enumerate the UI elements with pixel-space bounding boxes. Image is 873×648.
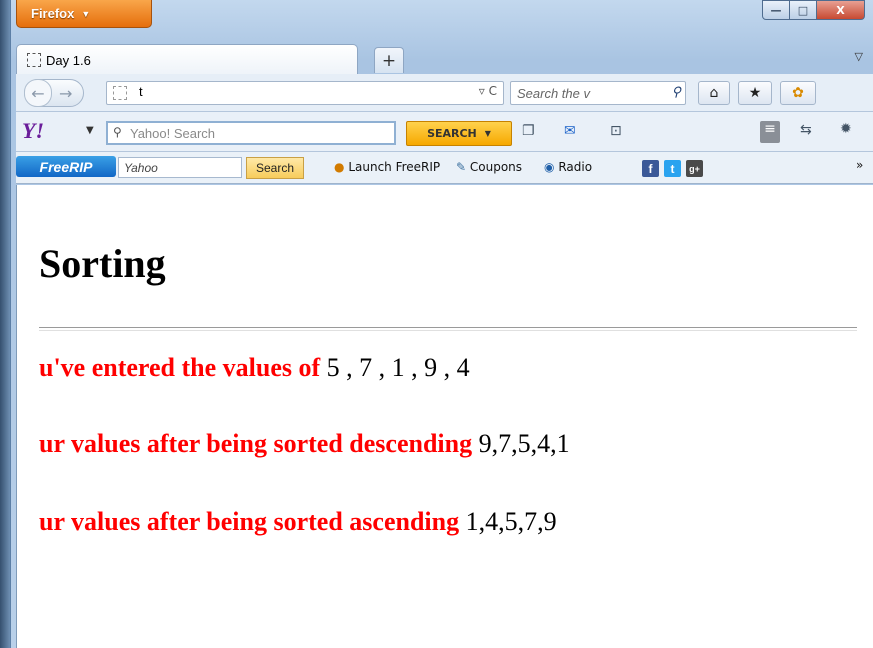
overflow-icon[interactable]: » [856,158,863,172]
mail-icon[interactable]: ✉ [564,123,576,139]
google-plus-icon[interactable]: g+ [686,160,703,177]
menu-icon[interactable]: ≡ [760,121,780,143]
more-icon[interactable]: ⊡ [610,123,622,139]
page-title: Sorting [39,241,166,286]
yahoo-toolbar: Y! ▼ ⚲ Yahoo! Search SEARCH ▼ ❐ ✉ ⊡ ≡ ⇆ … [16,112,873,152]
facebook-icon[interactable]: f [642,160,659,177]
swap-icon[interactable]: ⇆ [800,122,812,138]
radio-icon: ◉ [544,160,555,174]
desktop-background [0,0,10,648]
launch-icon: ● [334,160,345,174]
yahoo-logo[interactable]: Y! [22,118,44,144]
page-icon[interactable]: ❐ [522,123,535,139]
horizontal-rule [39,327,857,331]
search-icon: ⚲ [113,125,122,139]
bookmarks-button[interactable]: ★ [738,81,772,105]
sorted-ascending-line: ur values after being sorted ascending 1… [39,507,557,537]
firefox-menu-label: Firefox [31,6,75,21]
page-content: Sorting u've entered the values of 5 , 7… [16,185,873,648]
minimize-button[interactable]: — [762,0,790,20]
yahoo-search-placeholder: Yahoo! Search [130,125,216,141]
yahoo-search-label: SEARCH [427,127,477,140]
launch-label: Launch FreeRIP [348,160,441,174]
launch-freerip-link[interactable]: ● Launch FreeRIP [334,160,440,174]
sorted-ascending-value: 1,4,5,7,9 [465,507,557,536]
yahoo-search-button[interactable]: SEARCH ▼ [406,121,512,146]
radio-label: Radio [558,160,593,174]
firefox-menu-button[interactable]: Firefox ▼ [16,0,152,28]
sorted-ascending-label: ur values after being sorted ascending [39,507,460,536]
addon-icon: ✿ [792,85,804,101]
search-engine-select[interactable]: Yahoo [118,157,242,178]
sorted-descending-value: 9,7,5,4,1 [478,429,570,458]
chevron-down-icon: ▼ [81,8,91,19]
back-forward-buttons: ← → [24,79,84,107]
maximize-button[interactable]: □ [790,0,817,20]
new-tab-button[interactable]: + [374,47,404,73]
back-icon[interactable]: ← [24,79,52,107]
entered-values-value: 5 , 7 , 1 , 9 , 4 [326,353,470,382]
sorted-descending-line: ur values after being sorted descending … [39,429,570,459]
sorted-descending-label: ur values after being sorted descending [39,429,473,458]
addon-button[interactable]: ✿ [780,81,816,105]
bookmarks-icon: ★ [748,85,762,101]
page-icon [27,53,41,67]
site-identity-icon [113,86,127,100]
radio-link[interactable]: ◉ Radio [544,160,592,174]
search-placeholder: Search the v [517,85,590,101]
tab-list-icon[interactable]: ▽ [855,50,863,63]
tab-day-1-6[interactable]: Day 1.6 [16,44,358,75]
forward-icon[interactable]: → [59,84,72,103]
freerip-logo[interactable]: FreeRIP [16,156,116,177]
entered-values-label: u've entered the values of [39,353,321,382]
coupons-icon: ✎ [456,160,467,174]
tab-title: Day 1.6 [46,52,91,68]
freerip-toolbar: FreeRIP Yahoo Search ● Launch FreeRIP ✎ … [16,152,873,184]
coupons-link[interactable]: ✎ Coupons [456,160,522,174]
url-text: t [139,84,143,99]
search-bar[interactable]: Search the v ⚲ [510,81,686,105]
chevron-down-icon: ▼ [484,129,491,138]
twitter-icon[interactable]: t [664,160,681,177]
search-icon[interactable]: ⚲ [671,84,681,100]
entered-values-line: u've entered the values of 5 , 7 , 1 , 9… [39,353,470,383]
chevron-down-icon[interactable]: ▼ [86,125,94,136]
tab-bar: Day 1.6 + ▽ [16,44,873,75]
home-button[interactable]: ⌂ [698,81,730,105]
window-controls: — □ X [762,0,865,20]
navigation-toolbar: ← → t ▿ C Search the v ⚲ ⌂ ★ ✿ [16,74,873,112]
gear-icon[interactable]: ✹ [840,121,852,137]
coupons-label: Coupons [469,160,523,174]
reload-icon[interactable]: ▿ C [479,84,497,98]
home-icon: ⌂ [709,85,719,101]
close-button[interactable]: X [817,0,865,20]
engine-label: Yahoo [124,160,158,175]
address-bar[interactable]: t ▿ C [106,81,504,105]
yahoo-search-input[interactable]: ⚲ Yahoo! Search [106,121,396,145]
freerip-search-button[interactable]: Search [246,157,304,179]
